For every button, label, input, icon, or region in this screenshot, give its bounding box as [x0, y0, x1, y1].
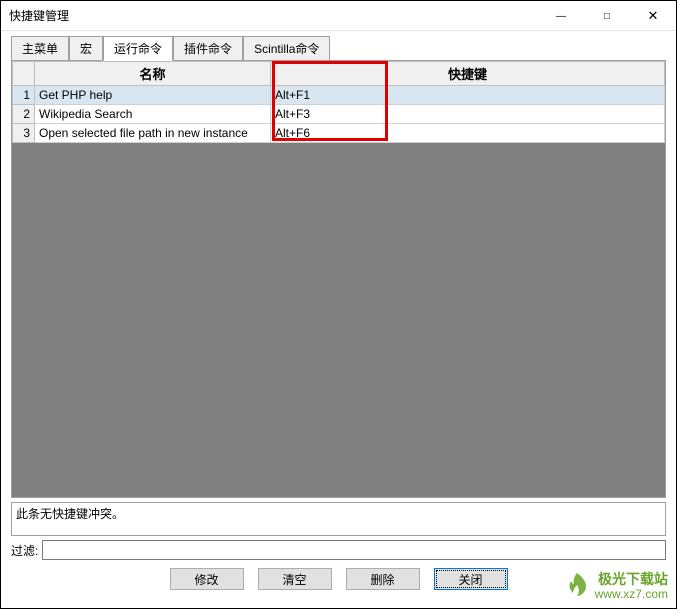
row-shortcut: Alt+F6: [271, 124, 665, 143]
col-header-shortcut[interactable]: 快捷键: [271, 62, 665, 86]
modify-button[interactable]: 修改: [170, 568, 244, 590]
filter-row: 过滤:: [11, 540, 666, 560]
window-title: 快捷键管理: [9, 7, 538, 24]
conflict-status: 此条无快捷键冲突。: [11, 502, 666, 536]
titlebar: 快捷键管理 ― □ ✕: [1, 1, 676, 31]
window-controls: ― □ ✕: [538, 1, 676, 30]
shortcut-table-container: 名称 快捷键 1 Get PHP help Alt+F1 2 Wikipedia…: [11, 60, 666, 498]
tab-main-menu[interactable]: 主菜单: [11, 36, 69, 61]
col-header-num[interactable]: [13, 62, 35, 86]
tab-scintilla-command[interactable]: Scintilla命令: [243, 36, 330, 61]
row-name: Get PHP help: [35, 86, 271, 105]
delete-button[interactable]: 删除: [346, 568, 420, 590]
col-header-name[interactable]: 名称: [35, 62, 271, 86]
row-name: Wikipedia Search: [35, 105, 271, 124]
row-number: 2: [13, 105, 35, 124]
filter-input[interactable]: [42, 540, 666, 560]
row-number: 3: [13, 124, 35, 143]
row-shortcut: Alt+F1: [271, 86, 665, 105]
row-name: Open selected file path in new instance: [35, 124, 271, 143]
table-row[interactable]: 1 Get PHP help Alt+F1: [13, 86, 665, 105]
shortcut-table: 名称 快捷键 1 Get PHP help Alt+F1 2 Wikipedia…: [12, 61, 665, 143]
close-dialog-button[interactable]: 关闭: [434, 568, 508, 590]
row-shortcut: Alt+F3: [271, 105, 665, 124]
table-row[interactable]: 2 Wikipedia Search Alt+F3: [13, 105, 665, 124]
tab-macro[interactable]: 宏: [69, 36, 103, 61]
minimize-button[interactable]: ―: [538, 1, 584, 31]
tab-bar: 主菜单 宏 运行命令 插件命令 Scintilla命令: [1, 31, 676, 60]
filter-label: 过滤:: [11, 542, 38, 559]
tab-plugin-command[interactable]: 插件命令: [173, 36, 243, 61]
status-text: 此条无快捷键冲突。: [16, 507, 124, 521]
close-button[interactable]: ✕: [630, 1, 676, 31]
button-row: 修改 清空 删除 关闭: [1, 568, 676, 590]
row-number: 1: [13, 86, 35, 105]
maximize-button[interactable]: □: [584, 1, 630, 31]
clear-button[interactable]: 清空: [258, 568, 332, 590]
table-row[interactable]: 3 Open selected file path in new instanc…: [13, 124, 665, 143]
tab-run-command[interactable]: 运行命令: [103, 36, 173, 61]
